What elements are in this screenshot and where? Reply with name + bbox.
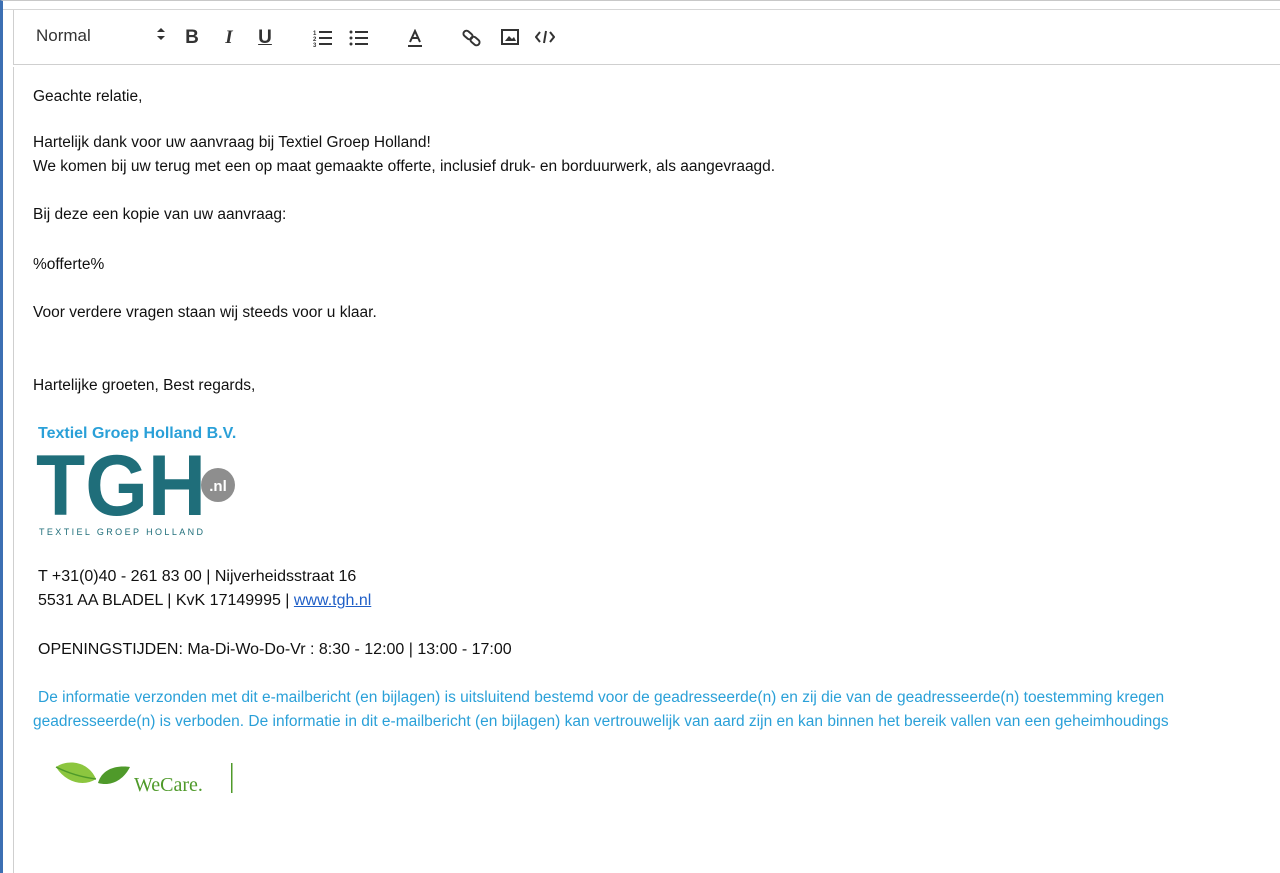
email-body[interactable]: Geachte relatie, Hartelijk dank voor uw …: [13, 67, 1280, 873]
email-editor: Normal B I U 1 2 3 Geachte relatie, Hart…: [0, 0, 1280, 873]
bullet-list-button[interactable]: [347, 26, 371, 50]
tgh-logo-letters: TGH: [36, 449, 206, 534]
heading-select-value: Normal: [36, 26, 91, 45]
ordered-list-button[interactable]: 1 2 3: [311, 26, 335, 50]
text-color-button[interactable]: [403, 26, 427, 50]
italic-button[interactable]: I: [217, 26, 241, 50]
thanks-text: Hartelijk dank voor uw aanvraag bij Text…: [33, 134, 431, 151]
underline-button[interactable]: U: [253, 26, 277, 50]
svg-text:3: 3: [313, 43, 317, 47]
opening-hours: OPENINGSTIJDEN: Ma-Di-Wo-Do-Vr : 8:30 - …: [38, 641, 512, 658]
bold-button[interactable]: B: [180, 26, 204, 50]
tgh-logo-badge: .nl: [209, 478, 227, 495]
select-arrows-icon: [156, 26, 166, 42]
contact-line-2: 5531 AA BLADEL | KvK 17149995 | www.tgh.…: [38, 592, 371, 610]
tgh-logo-sub: TEXTIEL GROEP HOLLAND: [39, 527, 205, 537]
tgh-logo: TGH .nl TEXTIEL GROEP HOLLAND: [36, 449, 235, 537]
link-button[interactable]: [460, 26, 484, 50]
contact-address: 5531 AA BLADEL | KvK 17149995 |: [38, 592, 294, 609]
link-icon: [460, 29, 484, 47]
followup-text: We komen bij uw terug met een op maat ge…: [33, 158, 776, 175]
text-color-icon: [403, 29, 427, 49]
wecare-logo-text: WeCare.: [134, 774, 203, 796]
website-link[interactable]: www.tgh.nl: [294, 592, 371, 609]
wecare-logo: WeCare.: [55, 762, 233, 796]
contact-line-1: T +31(0)40 - 261 83 00 | Nijverheidsstra…: [38, 568, 357, 585]
ordered-list-icon: 1 2 3: [311, 29, 335, 47]
code-button[interactable]: [533, 26, 557, 50]
disclaimer-line-2: geadresseerde(n) is verboden. De informa…: [33, 713, 1169, 730]
code-icon: [533, 29, 557, 45]
editor-toolbar: Normal B I U 1 2 3: [13, 10, 1280, 65]
heading-select[interactable]: Normal: [36, 26, 165, 50]
copy-intro-text: Bij deze een kopie van uw aanvraag:: [33, 206, 287, 223]
company-name: Textiel Groep Holland B.V.: [38, 425, 237, 442]
offerte-placeholder: %offerte%: [33, 256, 105, 273]
bullet-list-icon: [347, 29, 371, 47]
image-button[interactable]: [498, 26, 522, 50]
image-icon: [498, 29, 522, 45]
closing-text: Hartelijke groeten, Best regards,: [33, 377, 256, 394]
greeting-text: Geachte relatie,: [33, 88, 143, 105]
questions-text: Voor verdere vragen staan wij steeds voo…: [33, 304, 377, 321]
disclaimer-line-1: De informatie verzonden met dit e-mailbe…: [38, 689, 1165, 706]
editor-top-border: [3, 1, 1280, 10]
